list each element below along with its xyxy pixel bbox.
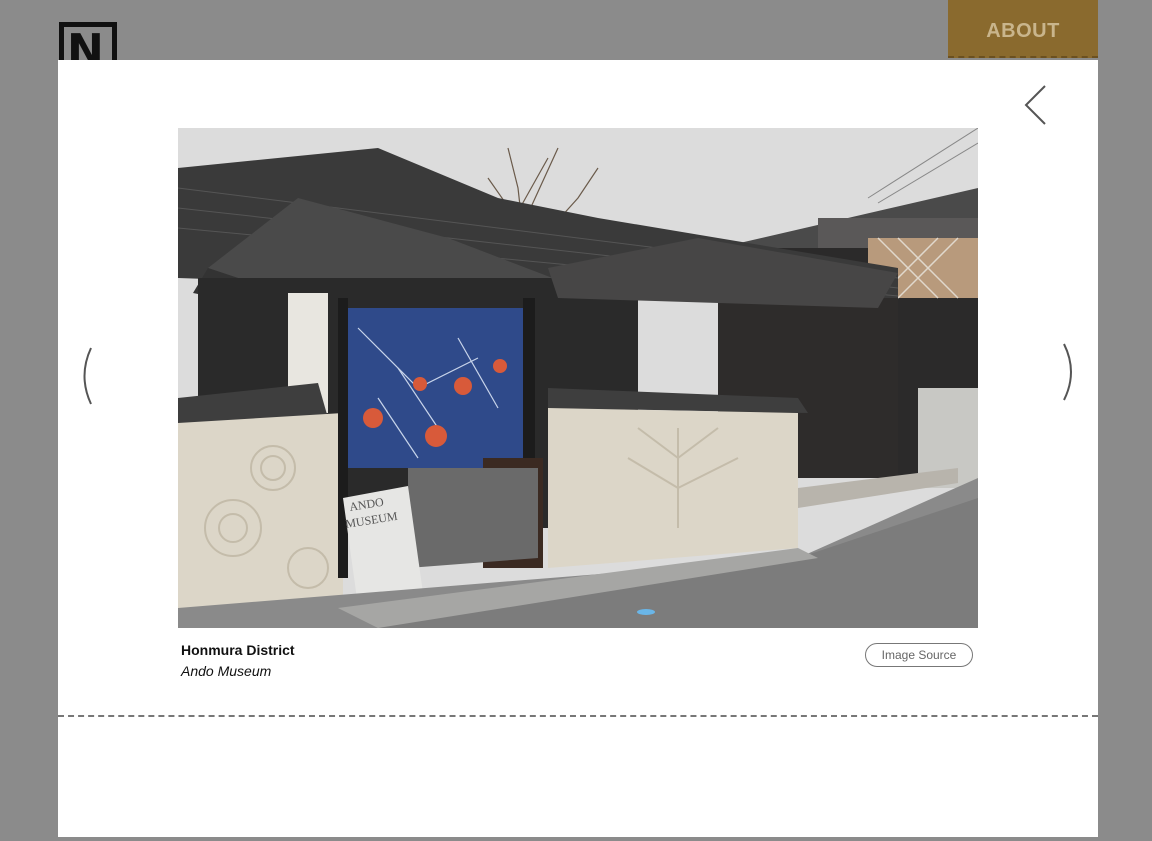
next-image-button[interactable] bbox=[1060, 342, 1080, 402]
image-caption: Honmura District Ando Museum bbox=[181, 640, 295, 682]
image-source-button[interactable]: Image Source bbox=[865, 643, 973, 667]
caption-subtitle: Ando Museum bbox=[181, 663, 272, 679]
close-button[interactable] bbox=[1024, 84, 1050, 126]
museum-photo-illustration: ANDO MUSEUM bbox=[178, 128, 978, 628]
close-chevron-icon bbox=[1024, 85, 1046, 125]
lightbox-modal: ANDO MUSEUM Honmura District Ando Museum… bbox=[58, 60, 1098, 837]
about-nav-button[interactable]: ABOUT bbox=[948, 0, 1098, 58]
caption-title: Honmura District bbox=[181, 642, 295, 658]
chevron-left-icon bbox=[83, 347, 92, 405]
modal-divider bbox=[58, 715, 1098, 717]
chevron-right-icon bbox=[1063, 343, 1072, 401]
about-label: ABOUT bbox=[986, 20, 1060, 42]
previous-image-button[interactable] bbox=[76, 346, 96, 406]
gallery-image: ANDO MUSEUM bbox=[178, 128, 978, 628]
